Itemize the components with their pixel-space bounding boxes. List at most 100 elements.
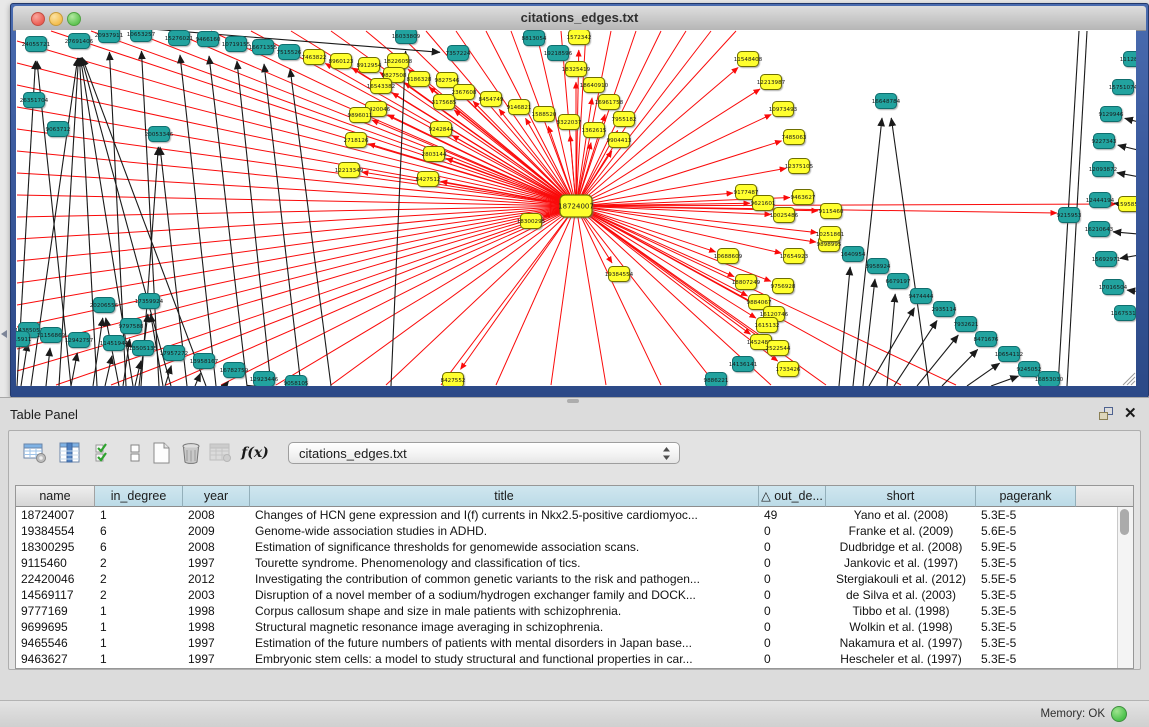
graph-node[interactable]: 15276021 — [165, 31, 194, 46]
new-document-icon[interactable] — [147, 439, 175, 467]
select-column-checks-icon[interactable] — [91, 439, 119, 467]
table-cell[interactable]: 9465546 — [16, 635, 95, 651]
column-header-out_de[interactable]: △ out_de... — [759, 486, 826, 507]
graph-node[interactable]: 16033809 — [392, 30, 421, 44]
graph-node[interactable]: 9797588 — [119, 319, 144, 334]
graph-node[interactable]: 27691406 — [65, 34, 94, 49]
table-cell[interactable]: 1998 — [183, 619, 250, 635]
graph-node[interactable]: 6679197 — [886, 274, 911, 289]
table-cell[interactable]: 18300295 — [16, 539, 95, 555]
graph-node[interactable]: 16961758 — [595, 95, 624, 110]
column-header-title[interactable]: title — [250, 486, 759, 507]
graph-edge-red[interactable] — [461, 206, 576, 369]
graph-node[interactable]: 8322037 — [557, 115, 582, 130]
graph-node[interactable]: 9474444 — [909, 289, 934, 304]
graph-edge-red[interactable] — [388, 115, 576, 206]
table-cell[interactable]: 18724007 — [16, 507, 95, 523]
graph-edge-black[interactable] — [1125, 118, 1136, 125]
graph-edge-black[interactable] — [195, 373, 200, 386]
column-header-year[interactable]: year — [183, 486, 250, 507]
graph-node[interactable]: 16853030 — [1035, 372, 1064, 387]
graph-node[interactable]: 10719155 — [222, 37, 251, 52]
graph-node[interactable]: 2803144 — [422, 147, 447, 162]
graph-edge-red[interactable] — [17, 206, 576, 283]
table-cell[interactable]: 2009 — [183, 523, 250, 539]
table-cell[interactable]: 5.5E-5 — [976, 571, 1076, 587]
graph-node[interactable]: 18325419 — [562, 62, 591, 77]
graph-node[interactable]: 11675310 — [1111, 306, 1136, 321]
table-cell[interactable]: 2 — [95, 555, 183, 571]
graph-edge-black[interactable] — [942, 349, 978, 386]
table-cell[interactable]: 22420046 — [16, 571, 95, 587]
graph-node[interactable]: 9904413 — [607, 133, 632, 148]
table-cell[interactable]: 5.3E-5 — [976, 507, 1076, 523]
graph-node[interactable]: 18226058 — [384, 54, 413, 69]
graph-node[interactable]: 15751074 — [1109, 80, 1136, 95]
table-cell[interactable]: 1 — [95, 603, 183, 619]
table-row[interactable]: 946554611997Estimation of the future num… — [16, 635, 1133, 651]
table-row[interactable]: 1456911722003Disruption of a novel membe… — [16, 587, 1133, 603]
table-cell[interactable]: Corpus callosum shape and size in male p… — [250, 603, 759, 619]
table-cell[interactable]: 9463627 — [16, 651, 95, 667]
column-header-pagerank[interactable]: pagerank — [976, 486, 1076, 507]
table-cell[interactable]: Stergiakouli et al. (2012) — [826, 571, 976, 587]
table-cell[interactable]: Wolkin et al. (1998) — [826, 619, 976, 635]
graph-node[interactable]: 1588520 — [532, 107, 557, 122]
graph-edge-black[interactable] — [894, 321, 937, 386]
graph-node[interactable]: 8427512 — [416, 172, 441, 187]
graph-node[interactable]: 1640954 — [841, 247, 866, 262]
table-cell[interactable]: Genome-wide association studies in ADHD. — [250, 523, 759, 539]
table-cell[interactable]: 5.3E-5 — [976, 619, 1076, 635]
window-titlebar[interactable]: citations_edges.txt — [13, 6, 1146, 31]
table-cell[interactable]: Disruption of a novel member of a sodium… — [250, 587, 759, 603]
graph-node[interactable]: 9227343 — [1092, 134, 1117, 149]
graph-node[interactable]: 16648784 — [872, 94, 901, 109]
show-column-icon[interactable] — [56, 439, 84, 467]
table-row[interactable]: 911546021997Tourette syndrome. Phenomeno… — [16, 555, 1133, 571]
graph-node[interactable]: 11548408 — [734, 52, 763, 67]
graph-node[interactable]: 16543382 — [367, 79, 395, 94]
graph-node[interactable]: 19384554 — [605, 267, 634, 282]
graph-node[interactable]: 17654923 — [780, 249, 809, 264]
graph-node[interactable]: 26351704 — [20, 93, 49, 108]
graph-node[interactable]: 18640910 — [580, 78, 609, 93]
graph-node[interactable]: 20053346 — [145, 127, 174, 142]
graph-node[interactable]: 20937911 — [95, 30, 124, 43]
table-cell[interactable]: 9699695 — [16, 619, 95, 635]
graph-node[interactable]: 9115460 — [819, 204, 844, 219]
graph-edge-black[interactable] — [46, 348, 50, 386]
table-cell[interactable]: 0 — [759, 635, 826, 651]
graph-node[interactable]: 9129946 — [1099, 107, 1124, 122]
graph-node[interactable]: 8454749 — [479, 92, 504, 107]
column-header-in_degree[interactable]: in_degree — [95, 486, 183, 507]
graph-edge-red[interactable] — [386, 206, 576, 385]
graph-node[interactable]: 10688609 — [714, 249, 743, 264]
table-cell[interactable]: 2008 — [183, 539, 250, 555]
table-cell[interactable]: 14569117 — [16, 587, 95, 603]
graph-node[interactable]: 3175685 — [432, 95, 457, 110]
graph-node[interactable]: 12923446 — [250, 372, 279, 387]
graph-edge-black[interactable] — [1118, 145, 1136, 153]
graph-node[interactable]: 12375105 — [785, 159, 814, 174]
graph-edge-red[interactable] — [56, 206, 576, 385]
graph-edge-red[interactable] — [576, 31, 711, 206]
graph-edge-black[interactable] — [71, 353, 77, 386]
scrollbar-thumb[interactable] — [1120, 509, 1129, 535]
graph-node[interactable]: 1572342 — [567, 30, 592, 45]
graph-node[interactable]: 7485063 — [782, 130, 807, 145]
graph-node[interactable]: 10654112 — [995, 347, 1023, 362]
canvas-resize-grip[interactable] — [1131, 381, 1135, 385]
table-cell[interactable]: 5.3E-5 — [976, 635, 1076, 651]
graph-edge-black[interactable] — [967, 363, 1000, 386]
trash-icon[interactable] — [177, 439, 205, 467]
graph-node[interactable]: 7463822 — [302, 50, 327, 65]
table-cell[interactable]: 1 — [95, 507, 183, 523]
table-cell[interactable]: Tibbo et al. (1998) — [826, 603, 976, 619]
table-cell[interactable]: 5.6E-5 — [976, 523, 1076, 539]
graph-node[interactable]: 8186328 — [407, 72, 432, 87]
graph-node[interactable]: 11156869 — [37, 328, 66, 343]
table-cell[interactable]: 9115460 — [16, 555, 95, 571]
table-cell[interactable]: 2 — [95, 587, 183, 603]
table-cell[interactable]: Embryonic stem cells: a model to study s… — [250, 651, 759, 667]
graph-node[interactable]: 9146821 — [507, 100, 532, 115]
